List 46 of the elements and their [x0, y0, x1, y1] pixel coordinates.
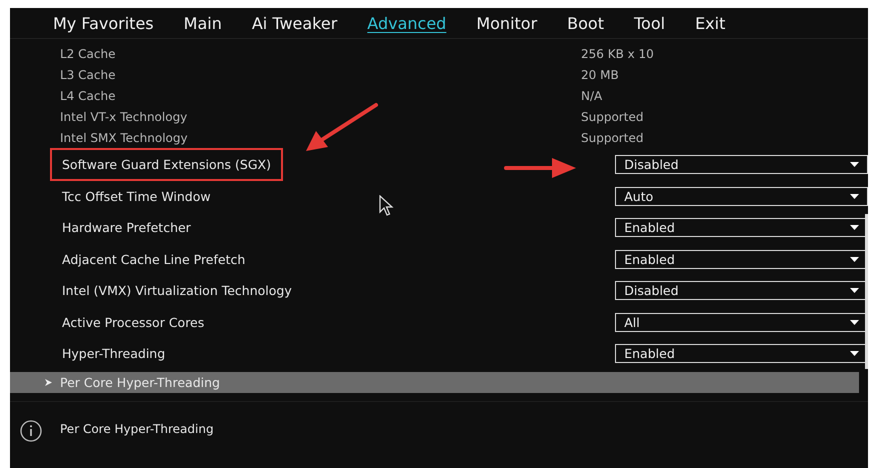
- setting-label: Intel (VMX) Virtualization Technology: [61, 282, 293, 300]
- info-label: L2 Cache: [59, 46, 116, 61]
- info-value: Supported: [581, 110, 644, 124]
- caret-icon: [850, 225, 859, 230]
- menu-tab[interactable]: Exit: [695, 14, 726, 32]
- info-icon: [20, 420, 42, 442]
- setting-label: Hyper-Threading: [61, 345, 166, 364]
- info-label: L4 Cache: [59, 88, 116, 103]
- menu-tab[interactable]: Boot: [567, 14, 604, 32]
- caret-icon: [850, 256, 859, 262]
- menu-tab[interactable]: Tool: [634, 14, 666, 32]
- setting-label: Tcc Offset Time Window: [61, 188, 212, 206]
- info-value: N/A: [581, 88, 602, 103]
- scrollbar[interactable]: [865, 214, 868, 369]
- setting-label: Hardware Prefetcher: [61, 219, 192, 238]
- info-label: Intel VT-x Technology: [59, 110, 188, 124]
- info-label: L3 Cache: [59, 68, 116, 82]
- dropdown[interactable]: Enabled: [615, 344, 868, 364]
- caret-icon: [850, 194, 859, 199]
- info-value: Supported: [581, 131, 644, 146]
- setting-label: Software Guard Extensions (SGX): [50, 148, 283, 182]
- dropdown[interactable]: Enabled: [615, 218, 868, 238]
- info-label: Intel SMX Technology: [59, 131, 189, 146]
- dropdown[interactable]: All: [615, 312, 868, 332]
- setting-label: Active Processor Cores: [61, 314, 206, 332]
- dropdown[interactable]: Enabled: [615, 250, 868, 269]
- caret-icon: [850, 162, 859, 168]
- arrow-annotation: [504, 158, 576, 178]
- mouse-cursor-icon: [379, 195, 395, 217]
- caret-icon: [850, 351, 859, 356]
- help-text: Per Core Hyper-Threading: [60, 421, 214, 436]
- chevron-icon: [45, 379, 52, 386]
- info-value: 20 MB: [581, 68, 619, 82]
- menu-tab[interactable]: My Favorites: [53, 14, 154, 32]
- dropdown[interactable]: Disabled: [615, 155, 868, 174]
- menu-tab[interactable]: Main: [184, 14, 222, 32]
- dropdown[interactable]: Disabled: [615, 281, 868, 300]
- setting-label: Adjacent Cache Line Prefetch: [61, 250, 246, 269]
- info-value: 256 KB x 10: [581, 46, 654, 61]
- submenu-item[interactable]: Per Core Hyper-Threading: [10, 372, 859, 394]
- caret-icon: [850, 288, 859, 294]
- caret-icon: [850, 320, 859, 325]
- menu-tab[interactable]: Monitor: [476, 14, 538, 32]
- menu-tab[interactable]: Ai Tweaker: [252, 14, 338, 32]
- dropdown[interactable]: Auto: [615, 186, 868, 206]
- menu-tab[interactable]: Advanced: [367, 14, 446, 32]
